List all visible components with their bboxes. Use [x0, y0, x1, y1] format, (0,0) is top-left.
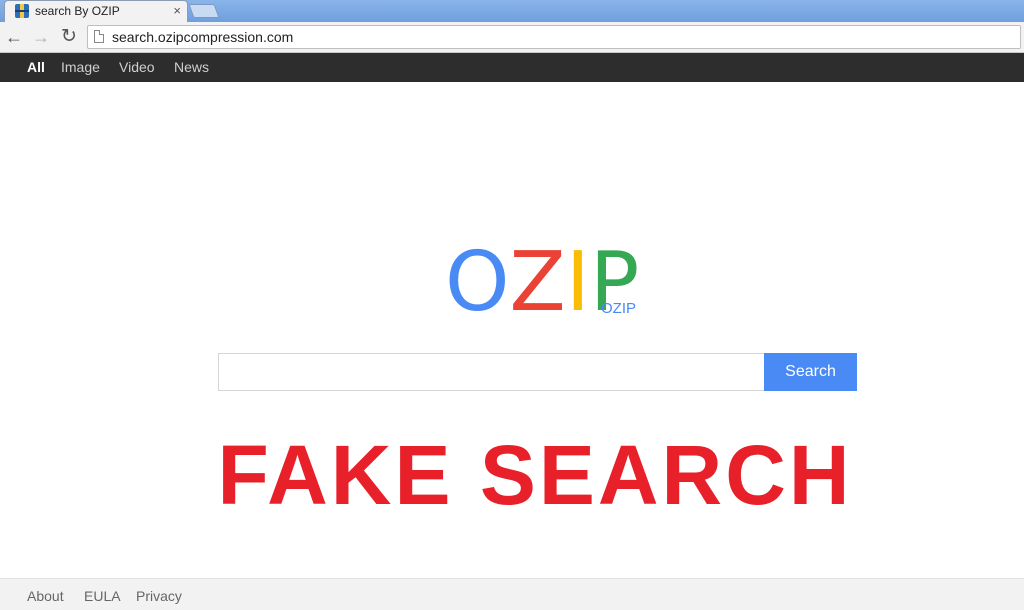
- search-button[interactable]: Search: [764, 353, 857, 391]
- browser-tab[interactable]: search By OZIP ×: [4, 0, 188, 22]
- tab-strip: search By OZIP ×: [0, 0, 1024, 22]
- address-url[interactable]: search.ozipcompression.com: [112, 29, 293, 45]
- address-bar[interactable]: search.ozipcompression.com: [87, 25, 1021, 49]
- logo-letter-o: O: [445, 235, 510, 330]
- nav-item-video[interactable]: Video: [119, 59, 155, 75]
- back-arrow-icon[interactable]: ←: [4, 27, 24, 47]
- new-tab-button[interactable]: [188, 4, 220, 18]
- reload-icon[interactable]: ↻: [59, 27, 79, 47]
- search-category-nav: All Image Video News: [0, 53, 1024, 82]
- nav-item-news[interactable]: News: [174, 59, 209, 75]
- logo-letter-z: Z: [509, 235, 566, 330]
- browser-toolbar: ← → ↻ search.ozipcompression.com: [0, 22, 1024, 53]
- tab-title: search By OZIP: [35, 4, 120, 18]
- page-icon: [94, 30, 104, 43]
- footer-link-privacy[interactable]: Privacy: [136, 588, 182, 604]
- nav-item-all[interactable]: All: [27, 59, 45, 75]
- logo-subtext: OZIP: [601, 300, 637, 317]
- forward-arrow-icon[interactable]: →: [31, 27, 51, 47]
- search-input[interactable]: [218, 353, 765, 391]
- nav-item-image[interactable]: Image: [61, 59, 100, 75]
- logo-letter-i: I: [565, 235, 590, 330]
- fake-search-overlay-text: FAKE SEARCH: [217, 428, 853, 522]
- footer-link-about[interactable]: About: [27, 588, 64, 604]
- footer-link-eula[interactable]: EULA: [84, 588, 121, 604]
- ozip-favicon-icon: [15, 4, 29, 18]
- tab-close-icon[interactable]: ×: [173, 3, 181, 19]
- footer: About EULA Privacy: [0, 578, 1024, 610]
